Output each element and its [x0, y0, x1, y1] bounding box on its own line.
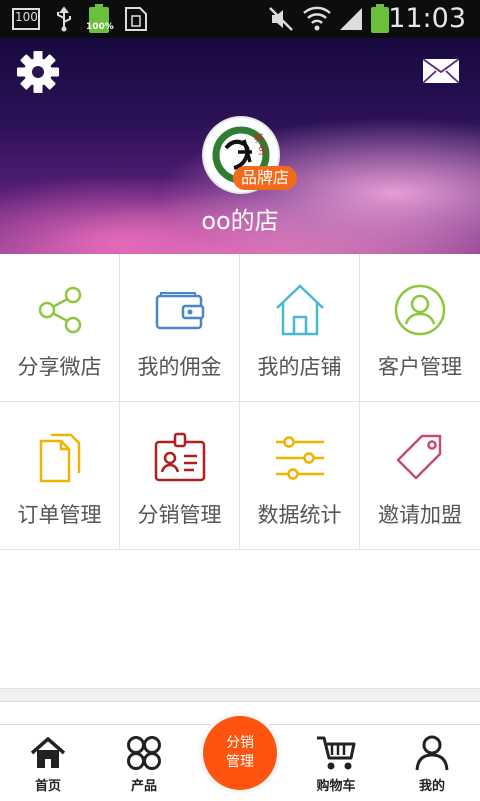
- function-grid: 分享微店 我的佣金 我的店铺 客户管理 订单管理 分销管理 数据统计 邀请加盟: [0, 254, 480, 550]
- grid-item-my-store[interactable]: 我的店铺: [240, 254, 360, 402]
- nav-label-cart: 购物车: [316, 779, 356, 794]
- id-badge-icon: [120, 430, 239, 486]
- section-divider: [0, 688, 480, 702]
- grid-item-label: 我的店铺: [257, 355, 342, 379]
- notification-badge-count: 100: [15, 10, 38, 24]
- svg-text:养: 养: [254, 132, 264, 145]
- brand-store-badge: 品牌店: [233, 166, 297, 190]
- sliders-icon: [240, 430, 359, 486]
- grid-item-data-statistics[interactable]: 数据统计: [240, 402, 360, 550]
- documents-icon: [0, 430, 119, 486]
- svg-text:生: 生: [258, 144, 268, 157]
- status-clock: 11:03: [388, 3, 466, 34]
- user-circle-icon: [360, 282, 480, 338]
- wallet-icon: [120, 282, 239, 338]
- nav-item-mine[interactable]: 我的: [384, 725, 480, 801]
- grid-item-label: 分享微店: [17, 355, 102, 379]
- grid-item-customer-management[interactable]: 客户管理: [360, 254, 480, 402]
- grid-item-order-management[interactable]: 订单管理: [0, 402, 120, 550]
- gear-icon[interactable]: [16, 50, 60, 98]
- grid-item-share-store[interactable]: 分享微店: [0, 254, 120, 402]
- wifi-icon: [302, 4, 332, 36]
- battery-icon: [370, 4, 390, 38]
- grid-item-invite-join[interactable]: 邀请加盟: [360, 402, 480, 550]
- battery-full-icon: [88, 4, 110, 38]
- grid-item-label: 分销管理: [137, 503, 222, 527]
- grid-item-distribution-management[interactable]: 分销管理: [120, 402, 240, 550]
- grid-rings-icon: [96, 733, 192, 773]
- person-icon: [384, 733, 480, 773]
- nav-item-home[interactable]: 首页: [0, 725, 96, 801]
- grid-item-label: 数据统计: [257, 503, 342, 527]
- tag-icon: [360, 430, 480, 486]
- usb-icon: [54, 6, 74, 36]
- share-icon: [0, 282, 119, 338]
- grid-item-label: 客户管理: [378, 355, 462, 379]
- grid-item-label: 我的佣金: [137, 355, 222, 379]
- shopping-cart-icon: [288, 733, 384, 773]
- grid-item-label: 订单管理: [17, 503, 102, 527]
- distribution-management-button[interactable]: 分销 管理: [199, 712, 281, 794]
- shop-name: oo的店: [201, 207, 279, 235]
- home-icon: [0, 733, 96, 773]
- distribution-management-button-face: 分销 管理: [203, 716, 277, 790]
- grid-item-my-commission[interactable]: 我的佣金: [120, 254, 240, 402]
- house-icon: [240, 282, 359, 338]
- nav-item-cart[interactable]: 购物车: [288, 725, 384, 801]
- grid-item-label: 邀请加盟: [378, 503, 462, 527]
- envelope-icon[interactable]: [422, 58, 460, 88]
- muted-icon: [268, 6, 294, 36]
- signal-icon: [338, 6, 364, 36]
- nav-label-mine: 我的: [418, 779, 445, 794]
- nav-label-home: 首页: [34, 779, 61, 794]
- center-button-label-line1: 分销: [226, 735, 254, 751]
- nav-item-products[interactable]: 产品: [96, 725, 192, 801]
- shop-header: 养 生 品牌店 oo的店: [0, 38, 480, 254]
- sim-card-icon: [124, 6, 148, 36]
- nav-label-products: 产品: [130, 779, 157, 794]
- status-bar: 100 100% 11:03: [0, 0, 480, 38]
- battery-percent: 100%: [86, 22, 114, 32]
- center-button-label-line2: 管理: [226, 754, 254, 770]
